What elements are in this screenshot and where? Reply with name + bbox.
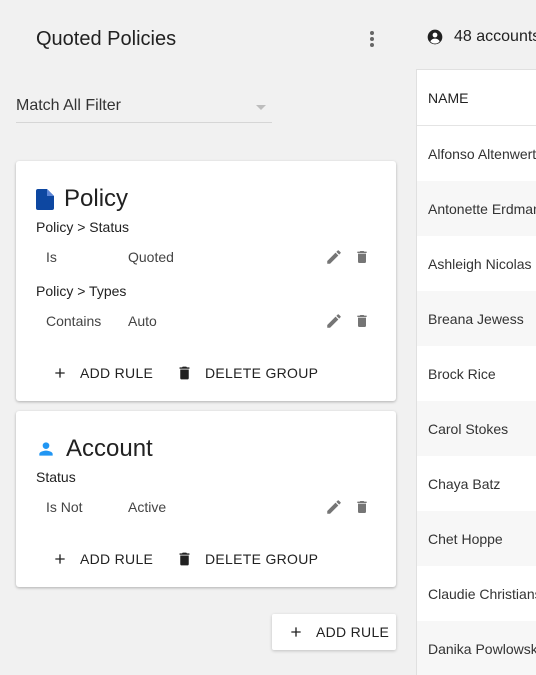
table-row[interactable]: Carol Stokes — [417, 401, 536, 456]
edit-icon[interactable] — [325, 248, 343, 266]
rule-group-policy: Policy Policy > Status Is Quoted Policy … — [16, 161, 396, 401]
dropdown-caret-icon — [256, 105, 266, 110]
person-icon — [39, 442, 53, 456]
rule-field-label: Status — [36, 469, 76, 485]
accounts-panel: 48 accounts NAME Alfonso Altenwerth Anto… — [416, 0, 536, 675]
rule-value: Auto — [128, 313, 157, 329]
match-filter-select[interactable]: Match All Filter — [16, 92, 272, 123]
delete-group-button[interactable]: DELETE GROUP — [176, 544, 318, 574]
table-row[interactable]: Brock Rice — [417, 346, 536, 401]
account-circle-icon — [427, 29, 443, 45]
delete-group-label: DELETE GROUP — [205, 365, 319, 381]
add-rule-label: ADD RULE — [80, 551, 154, 567]
plus-icon — [291, 627, 301, 637]
edit-icon[interactable] — [325, 498, 343, 516]
trash-icon — [179, 552, 190, 566]
rule-field-label: Policy > Status — [36, 219, 129, 235]
accounts-table: NAME Alfonso Altenwerth Antonette Erdman… — [416, 69, 536, 675]
delete-group-button[interactable]: DELETE GROUP — [176, 358, 318, 388]
delete-icon[interactable] — [354, 498, 370, 516]
rule-operator: Contains — [46, 313, 102, 329]
document-icon — [36, 188, 54, 210]
group-header: Account — [36, 435, 153, 463]
group-title: Account — [66, 435, 153, 462]
table-row[interactable]: Chaya Batz — [417, 456, 536, 511]
table-row[interactable]: Ashleigh Nicolas — [417, 236, 536, 291]
delete-group-label: DELETE GROUP — [205, 551, 319, 567]
accounts-count: 48 accounts — [427, 28, 536, 46]
rule-operator: Is Not — [46, 499, 83, 515]
match-filter-value: Match All Filter — [16, 97, 121, 114]
table-row[interactable]: Claudie Christiansen — [417, 566, 536, 621]
table-row[interactable]: Danika Powlowski — [417, 621, 536, 675]
rule-field-label: Policy > Types — [36, 283, 127, 299]
rule-row: Contains Auto — [46, 309, 376, 333]
plus-icon — [55, 368, 65, 378]
group-title: Policy — [64, 185, 129, 212]
column-header-name[interactable]: NAME — [417, 70, 536, 126]
rule-row: Is Quoted — [46, 245, 376, 269]
edit-icon[interactable] — [325, 312, 343, 330]
table-row[interactable]: Antonette Erdman — [417, 181, 536, 236]
rule-group-account: Account Status Is Not Active ADD RULE DE… — [16, 411, 396, 587]
filter-panel: Quoted Policies Match All Filter Policy … — [0, 0, 416, 675]
rule-row: Is Not Active — [46, 495, 376, 519]
rule-value: Active — [128, 499, 167, 515]
table-row[interactable]: Chet Hoppe — [417, 511, 536, 566]
plus-icon — [55, 554, 65, 564]
add-rule-button[interactable]: ADD RULE — [52, 358, 153, 388]
table-row[interactable]: Alfonso Altenwerth — [417, 126, 536, 181]
add-rule-main-label: ADD RULE — [316, 624, 390, 640]
rule-operator: Is — [46, 249, 57, 265]
rule-value: Quoted — [128, 249, 174, 265]
group-header: Policy — [36, 185, 128, 213]
more-vert-icon[interactable] — [362, 28, 382, 50]
panel-title: Quoted Policies — [36, 28, 177, 50]
trash-icon — [179, 366, 190, 380]
delete-icon[interactable] — [354, 248, 370, 266]
delete-icon[interactable] — [354, 312, 370, 330]
add-rule-group-button[interactable]: ADD RULE — [272, 614, 396, 650]
add-rule-button[interactable]: ADD RULE — [52, 544, 153, 574]
table-row[interactable]: Breana Jewess — [417, 291, 536, 346]
accounts-count-label: 48 accounts — [454, 28, 536, 45]
add-rule-label: ADD RULE — [80, 365, 154, 381]
